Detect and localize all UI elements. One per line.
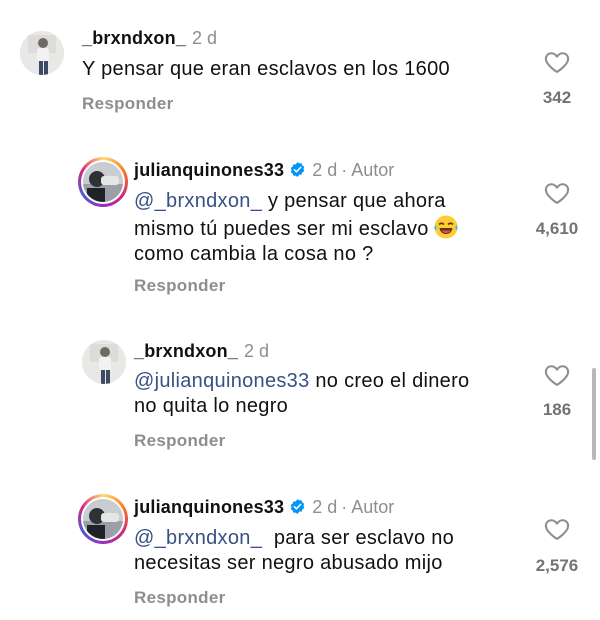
mention-link[interactable]: @julianquinones33: [134, 370, 310, 392]
comment-text-line: no quita lo negro: [134, 395, 289, 417]
avatar: [83, 162, 123, 202]
comment-text-line: Y pensar que eran esclavos en los 1600: [82, 58, 450, 80]
avatar-story-ring[interactable]: [78, 157, 128, 207]
avatar: [83, 499, 123, 539]
mention-link[interactable]: @_brxndxon_: [134, 527, 262, 549]
comment-text: @_brxndxon_ para ser esclavo no necesita…: [134, 526, 454, 576]
author-label: Autor: [351, 160, 395, 180]
profile-photo-icon: [83, 499, 123, 539]
comment-text-line: para ser esclavo no: [262, 527, 455, 549]
like-count: 2,576: [535, 556, 579, 575]
like-count: 4,610: [535, 219, 579, 238]
heart-icon[interactable]: [542, 179, 572, 207]
timestamp: 2 d: [312, 497, 338, 517]
timestamp: 2 d: [244, 341, 270, 361]
username[interactable]: _brxndxon_: [82, 28, 186, 48]
reply-button[interactable]: Responder: [82, 94, 174, 114]
username[interactable]: _brxndxon_: [134, 341, 238, 361]
reply-button[interactable]: Responder: [134, 276, 226, 296]
heart-icon[interactable]: [542, 515, 572, 543]
heart-icon[interactable]: [542, 48, 572, 76]
timestamp: 2 d: [312, 160, 338, 180]
comment-meta: julianquinones33 2 d · Autor: [134, 160, 394, 181]
separator-dot: ·: [341, 160, 348, 180]
username[interactable]: julianquinones33: [134, 160, 284, 180]
comment-text-line: no creo el dinero: [309, 370, 470, 392]
reply-button[interactable]: Responder: [134, 588, 226, 608]
profile-photo-icon: [83, 162, 123, 202]
profile-photo-icon: [82, 340, 126, 384]
verified-badge-icon: [291, 162, 305, 177]
comment-text: @julianquinones33 no creo el dinero no q…: [134, 369, 469, 419]
username[interactable]: julianquinones33: [134, 497, 284, 517]
avatar[interactable]: [20, 31, 64, 75]
comment-text-line: y pensar que ahora: [262, 190, 446, 212]
comment-text: Y pensar que eran esclavos en los 1600: [82, 57, 450, 82]
comment-text: @_brxndxon_ y pensar que ahora mismo tú …: [134, 189, 459, 267]
comment-text-line: necesitas ser negro abusado mijo: [134, 552, 443, 574]
laughing-tears-emoji-icon: [434, 215, 458, 239]
timestamp: 2 d: [192, 28, 218, 48]
profile-photo-icon: [20, 31, 64, 75]
reply-button[interactable]: Responder: [134, 431, 226, 451]
author-label: Autor: [351, 497, 395, 517]
separator-dot: ·: [341, 497, 348, 517]
comment-text-line: como cambia la cosa no ?: [134, 243, 374, 265]
avatar-ring-inner: [81, 497, 125, 541]
comment-text-line: mismo tú puedes ser mi esclavo: [134, 218, 429, 240]
scrollbar[interactable]: [592, 368, 596, 460]
avatar-story-ring[interactable]: [78, 494, 128, 544]
comment-meta: _brxndxon_ 2 d: [82, 28, 217, 49]
verified-badge-icon: [291, 499, 305, 514]
avatar[interactable]: [82, 340, 126, 384]
mention-link[interactable]: @_brxndxon_: [134, 190, 262, 212]
comment-meta: julianquinones33 2 d · Autor: [134, 497, 394, 518]
comment-meta: _brxndxon_ 2 d: [134, 341, 269, 362]
like-count: 186: [542, 400, 572, 419]
avatar-ring-inner: [81, 160, 125, 204]
heart-icon[interactable]: [542, 361, 572, 389]
like-count: 342: [542, 88, 572, 107]
